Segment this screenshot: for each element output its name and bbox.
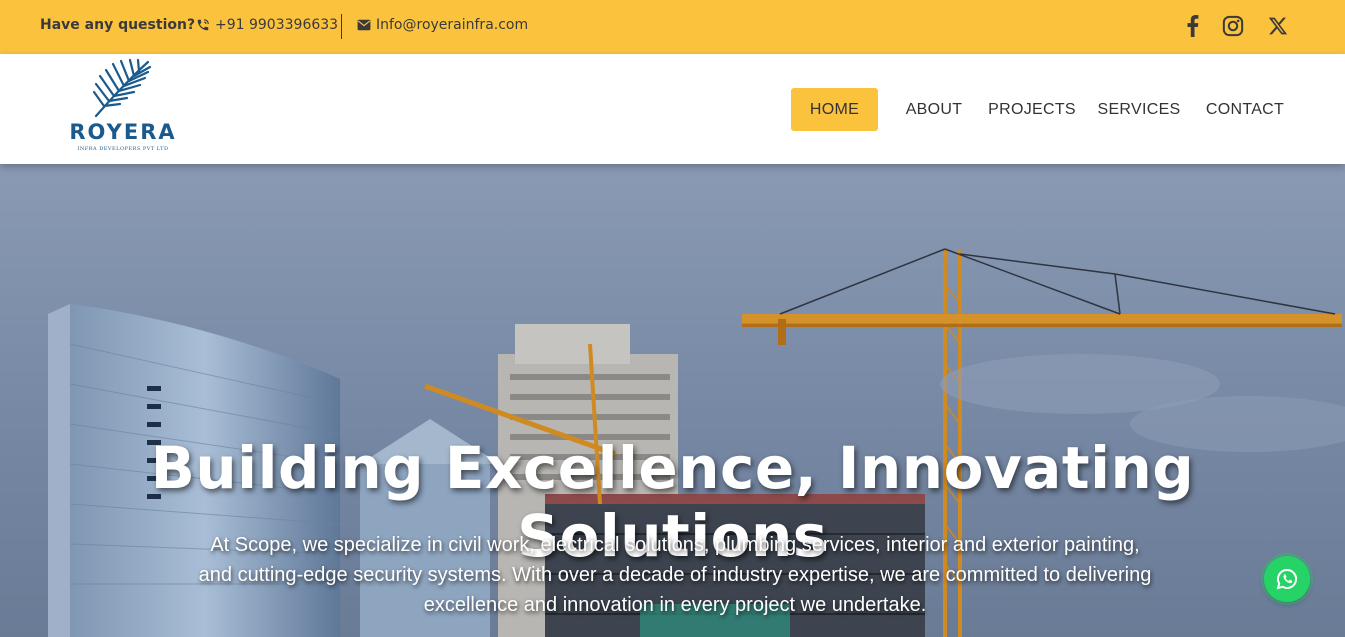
phone-number: +91 9903396633 — [215, 17, 339, 33]
instagram-icon[interactable] — [1220, 13, 1246, 39]
x-icon[interactable] — [1265, 13, 1291, 39]
top-bar: Have any question? +91 9903396633 Info@r… — [0, 0, 1345, 54]
whatsapp-button[interactable] — [1264, 556, 1310, 602]
palm-leaf-icon — [92, 58, 152, 118]
envelope-icon — [357, 19, 371, 31]
facebook-icon[interactable] — [1179, 13, 1205, 39]
whatsapp-icon — [1276, 568, 1298, 590]
phone-icon — [197, 19, 209, 31]
brand-name: ROYERA — [69, 120, 177, 144]
phone-link[interactable]: +91 9903396633 — [196, 17, 338, 33]
hero-section: Building Excellence, Innovating Solution… — [0, 164, 1345, 637]
divider — [341, 14, 342, 39]
nav-projects[interactable]: PROJECTS — [985, 88, 1079, 131]
nav-home[interactable]: HOME — [791, 88, 878, 131]
nav-about[interactable]: ABOUT — [900, 88, 968, 131]
logo[interactable]: ROYERA INFRA DEVELOPERS PVT LTD — [64, 58, 182, 158]
email-address: Info@royerainfra.com — [376, 17, 529, 33]
site-header: ROYERA INFRA DEVELOPERS PVT LTD HOME ABO… — [0, 54, 1345, 164]
question-label: Have any question? — [40, 17, 196, 33]
email-link[interactable]: Info@royerainfra.com — [357, 17, 528, 33]
nav-services[interactable]: SERVICES — [1096, 88, 1182, 131]
hero-description: At Scope, we specialize in civil work, e… — [198, 534, 1152, 616]
nav-contact[interactable]: CONTACT — [1199, 88, 1291, 131]
brand-tagline: INFRA DEVELOPERS PVT LTD — [77, 146, 169, 152]
